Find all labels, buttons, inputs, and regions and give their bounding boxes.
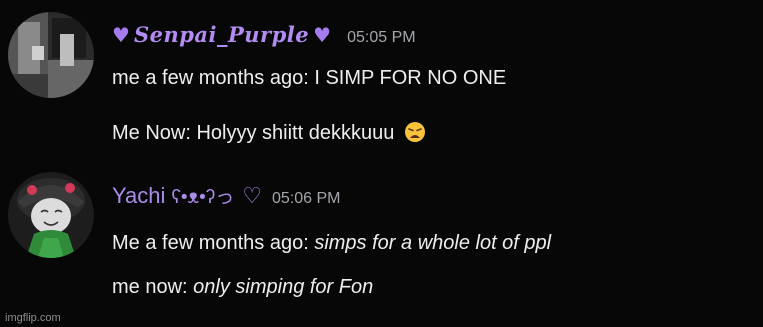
timestamp: 05:06 PM bbox=[271, 190, 341, 207]
weary-face-emoji-icon bbox=[404, 122, 425, 142]
message-header: ♥ Senpai_Purple ♥ 05:05 PM bbox=[112, 22, 416, 47]
message-header: Yachi ʕ•ᴥ•ʔっ ♡ 05:06 PM bbox=[112, 182, 340, 209]
message-text: me now: only simping for Fon bbox=[112, 276, 373, 299]
heart-icon: ♥ bbox=[112, 23, 130, 47]
message-text: me a few months ago: I SIMP FOR NO ONE bbox=[112, 67, 507, 89]
message-text: Me Now: Holyyy shiitt dekkkuuu bbox=[112, 121, 426, 145]
heart-icon: ♥ bbox=[313, 23, 332, 47]
message-text-prefix: Me a few months ago: bbox=[112, 232, 315, 254]
message-text-italic: only simping for Fon bbox=[193, 276, 374, 298]
message-text: Me a few months ago: simps for a whole l… bbox=[112, 232, 551, 255]
username[interactable]: Yachi bbox=[112, 183, 165, 209]
message-text-prefix: me now: bbox=[112, 276, 194, 298]
avatar[interactable] bbox=[8, 172, 94, 258]
heart-outline-icon: ♡ bbox=[242, 184, 262, 209]
timestamp: 05:05 PM bbox=[347, 29, 416, 46]
message-text-span: Me Now: Holyyy shiitt dekkkuuu bbox=[112, 122, 395, 144]
avatar-image bbox=[8, 172, 94, 258]
watermark: imgflip.com bbox=[5, 312, 61, 324]
username-suffix[interactable]: ʕ•ᴥ•ʔっ bbox=[171, 182, 234, 209]
avatar[interactable] bbox=[8, 12, 94, 98]
username[interactable]: Senpai_Purple bbox=[134, 22, 309, 47]
avatar-image bbox=[8, 12, 94, 98]
message-text-italic: simps for a whole lot of ppl bbox=[314, 232, 552, 254]
